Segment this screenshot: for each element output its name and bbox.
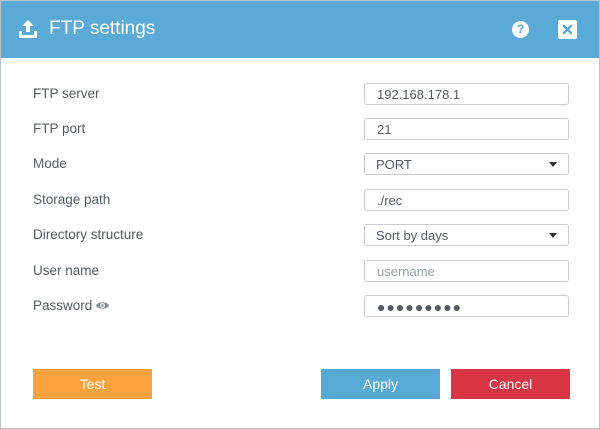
ftp-settings-dialog: FTP settings ? FTP server FTP port Mode … [0,0,600,429]
dialog-titlebar: FTP settings ? [1,1,599,58]
close-icon[interactable] [558,20,577,39]
help-icon[interactable]: ? [512,21,529,38]
directory-structure-select[interactable]: Sort by days [364,224,569,246]
caret-down-icon [549,162,557,167]
ftp-port-label: FTP port [33,121,86,136]
storage-path-label: Storage path [33,192,111,207]
password-input[interactable]: ●●●●●●●●● [364,295,569,317]
directory-structure-label: Directory structure [33,227,144,242]
mode-label: Mode [33,156,67,171]
ftp-server-label: FTP server [33,86,100,101]
mode-select[interactable]: PORT [364,153,569,175]
upload-icon [19,20,37,38]
ftp-port-input[interactable] [364,118,569,140]
user-name-input[interactable] [364,260,569,282]
dialog-title: FTP settings [49,18,156,39]
mode-selected-value: PORT [376,157,412,172]
caret-down-icon [549,233,557,238]
ftp-server-input[interactable] [364,83,569,105]
cancel-button[interactable]: Cancel [451,369,570,399]
eye-icon[interactable] [95,300,110,311]
storage-path-input[interactable] [364,189,569,211]
password-label: Password [33,298,93,313]
test-button[interactable]: Test [33,369,152,399]
directory-structure-selected-value: Sort by days [376,228,449,243]
user-name-label: User name [33,263,100,278]
apply-button[interactable]: Apply [321,369,440,399]
